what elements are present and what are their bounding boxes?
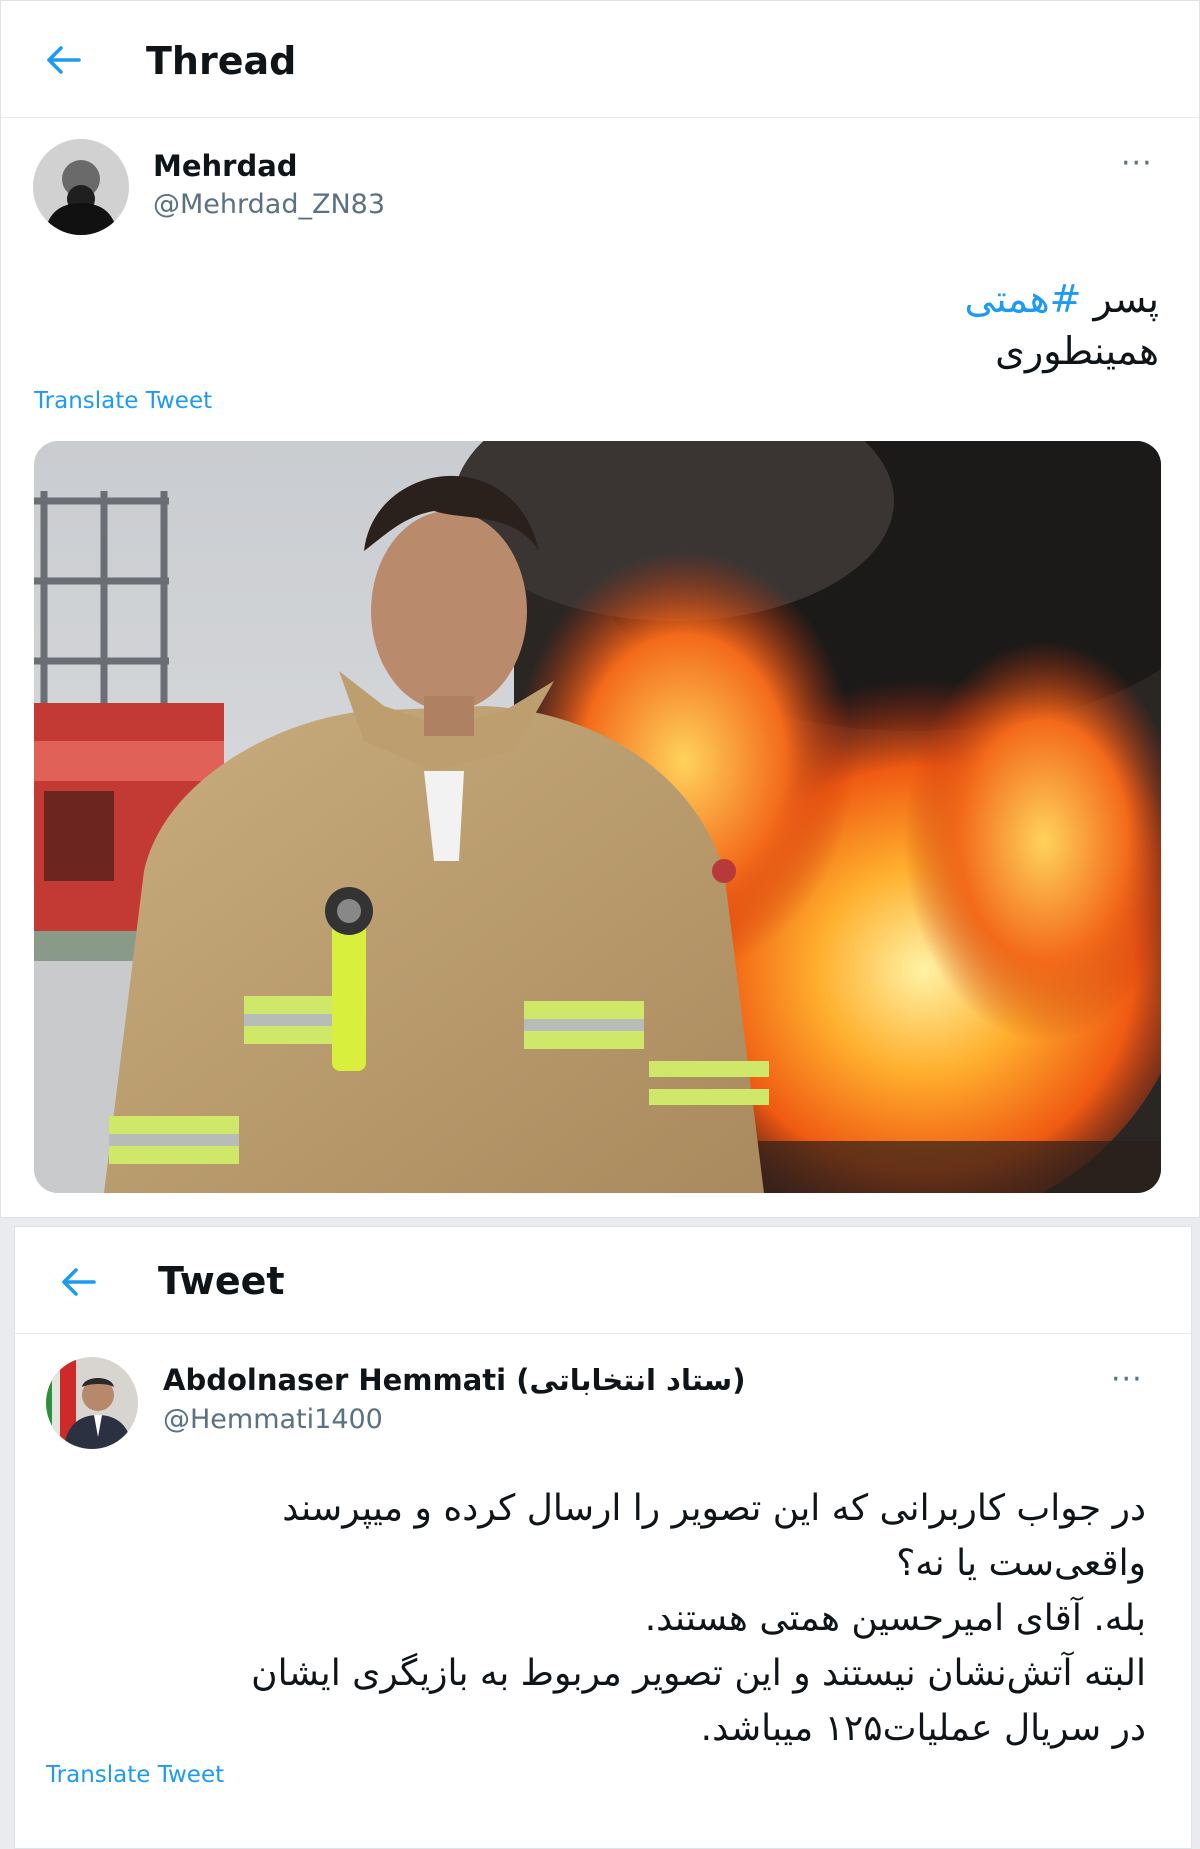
arrow-left-icon[interactable] bbox=[45, 45, 81, 75]
tweet-line: بله. آقای امیرحسین همتی هستند. bbox=[644, 1598, 1146, 1639]
author-affiliation: (ستاد انتخاباتی) bbox=[516, 1363, 746, 1397]
page-title: Thread bbox=[146, 39, 297, 83]
tweet-line: همینطوری bbox=[995, 329, 1159, 373]
avatar-photo bbox=[46, 1357, 138, 1449]
tweet-line: البته آتش‌نشان نیستند و این تصویر مربوط … bbox=[251, 1653, 1146, 1694]
avatar-photo bbox=[33, 139, 129, 235]
page-title: Tweet bbox=[158, 1259, 285, 1303]
tweet-line: در سریال عملیات۱۲۵ میباشد. bbox=[700, 1708, 1146, 1749]
thread-card: Thread Mehrdad @Mehrdad_ZN83 ··· پسر #هم… bbox=[0, 0, 1200, 1218]
tweet-text: در جواب کاربرانی که این تصویر را ارسال ک… bbox=[36, 1481, 1146, 1756]
more-horizontal-icon[interactable]: ··· bbox=[1111, 1365, 1143, 1395]
translate-tweet-link[interactable]: Translate Tweet bbox=[34, 388, 212, 414]
author-handle[interactable]: @Hemmati1400 bbox=[163, 1404, 383, 1435]
tweet-photo[interactable] bbox=[34, 441, 1161, 1193]
author-name[interactable]: Mehrdad bbox=[153, 149, 298, 183]
firefighter-photo bbox=[34, 441, 1161, 1193]
reply-tweet-card: Tweet Abdolnaser Hemmati (ستاد انتخاباتی… bbox=[14, 1226, 1192, 1849]
author-name[interactable]: Abdolnaser Hemmati (ستاد انتخاباتی) bbox=[163, 1363, 745, 1397]
arrow-left-icon[interactable] bbox=[60, 1267, 96, 1297]
avatar[interactable] bbox=[33, 139, 129, 235]
tweet-header: Tweet bbox=[15, 1227, 1191, 1334]
more-horizontal-icon[interactable]: ··· bbox=[1121, 149, 1153, 179]
hashtag-link[interactable]: #همتی bbox=[964, 277, 1081, 321]
author-display-name: Abdolnaser Hemmati bbox=[163, 1363, 507, 1397]
tweet-line: واقعی‌ست یا نه؟ bbox=[896, 1543, 1146, 1584]
tweet-text-prefix: پسر bbox=[1081, 277, 1159, 321]
thread-header: Thread bbox=[1, 1, 1199, 118]
tweet-line: در جواب کاربرانی که این تصویر را ارسال ک… bbox=[282, 1488, 1146, 1529]
avatar[interactable] bbox=[46, 1357, 138, 1449]
tweet-line: پسر #همتی bbox=[259, 273, 1159, 325]
author-handle[interactable]: @Mehrdad_ZN83 bbox=[153, 189, 385, 220]
tweet-text: پسر #همتی همینطوری bbox=[259, 273, 1159, 377]
translate-tweet-link[interactable]: Translate Tweet bbox=[46, 1762, 224, 1788]
